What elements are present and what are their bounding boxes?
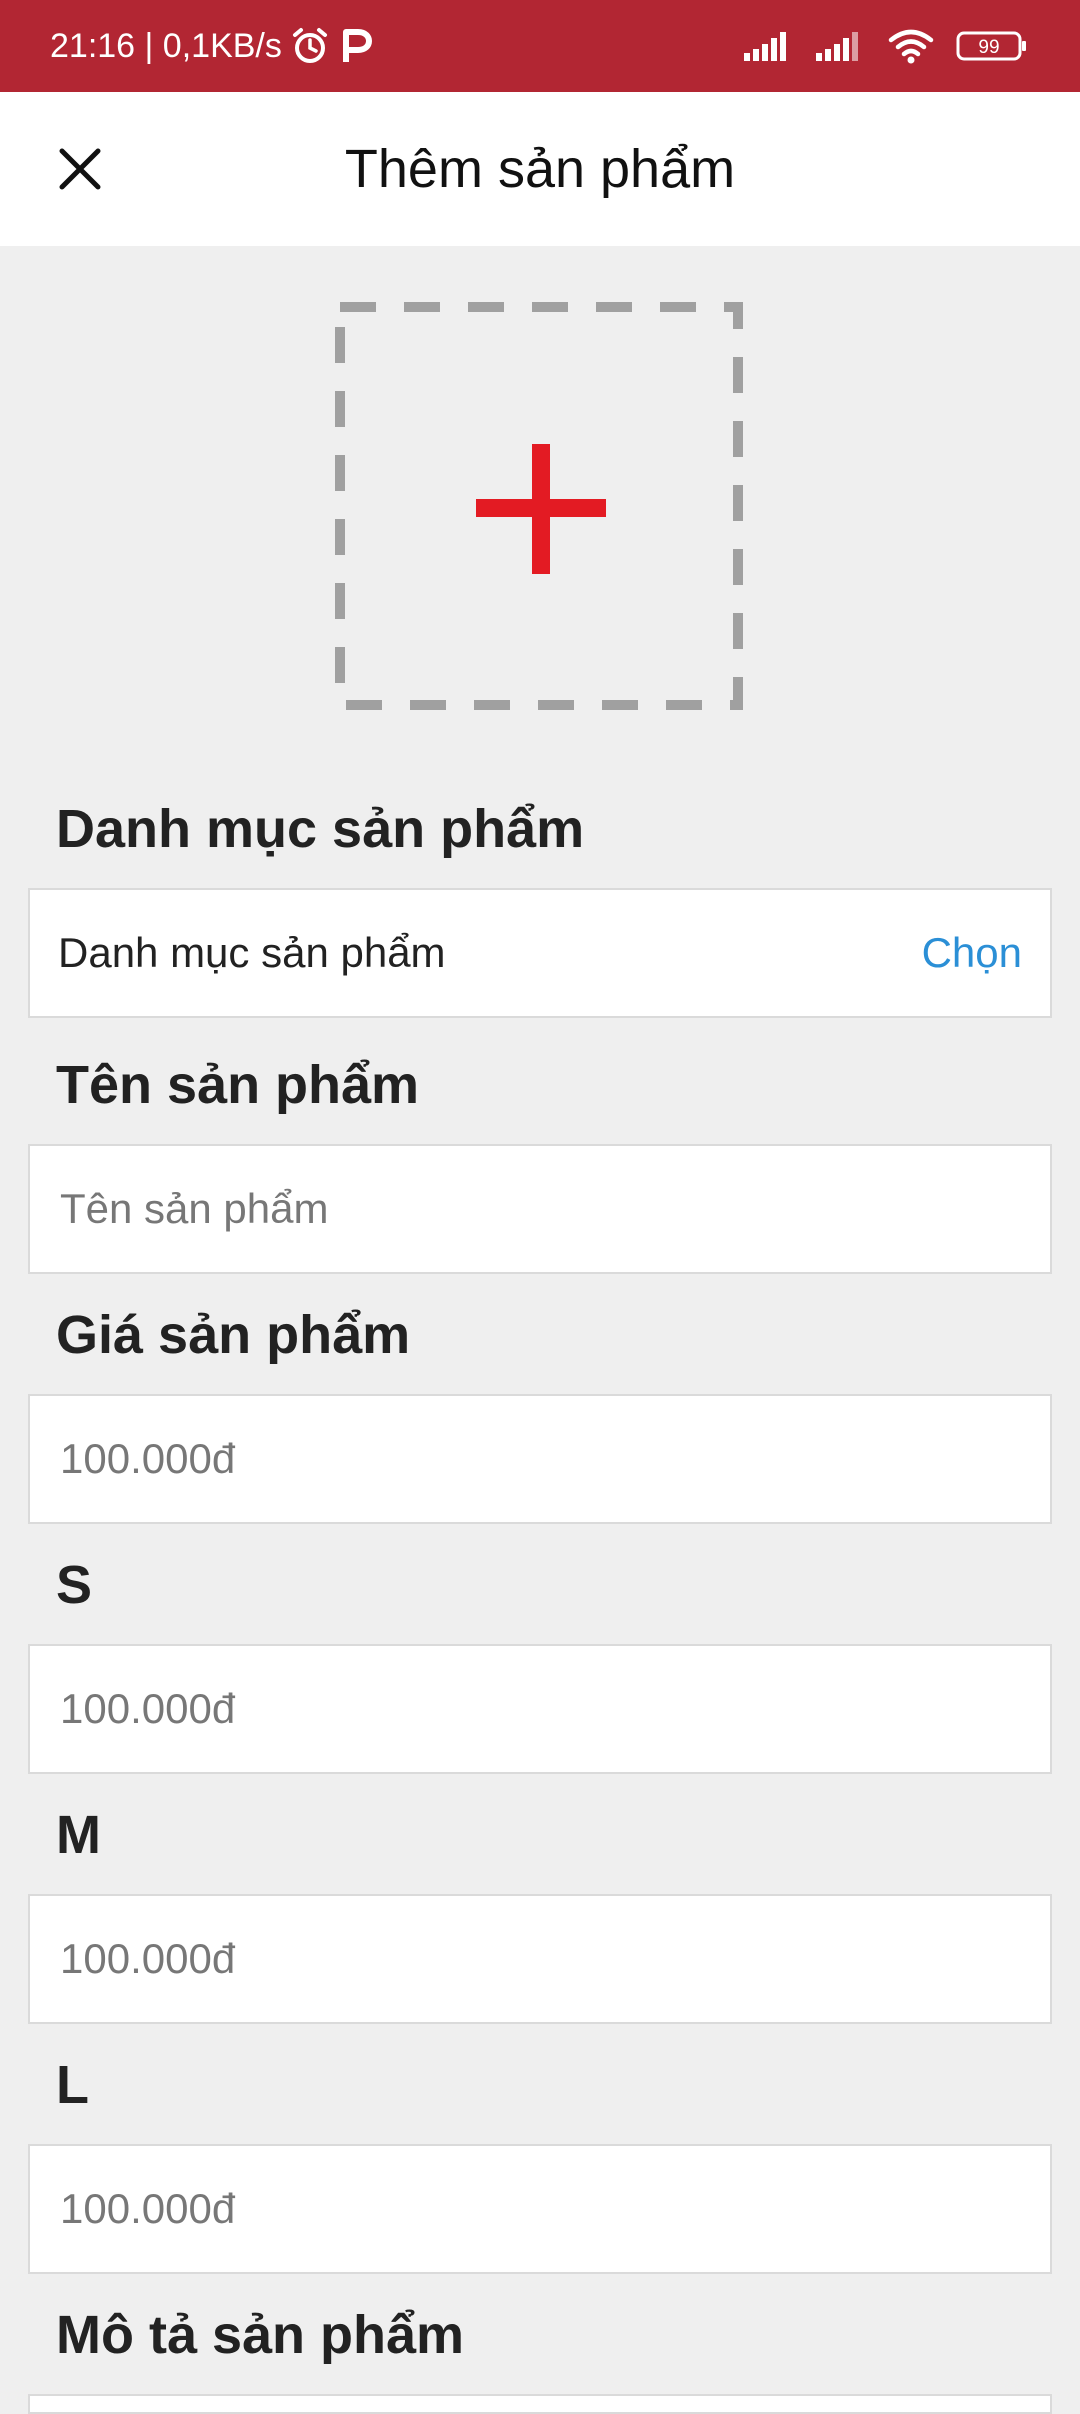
description-label: Mô tả sản phẩm <box>56 2305 465 2365</box>
wifi-icon <box>888 28 934 64</box>
product-name-label: Tên sản phẩm <box>56 1055 420 1115</box>
alarm-icon <box>290 26 330 66</box>
size-s-price-input[interactable] <box>58 1684 1022 1734</box>
price-label: Giá sản phẩm <box>56 1305 411 1365</box>
status-time-network: 21:16 | 0,1KB/s <box>50 26 282 65</box>
category-select[interactable]: Danh mục sản phẩm Chọn <box>28 888 1052 1018</box>
signal-icon <box>816 31 866 61</box>
size-l-field <box>28 2144 1052 2274</box>
size-m-field <box>28 1894 1052 2024</box>
size-s-label: S <box>56 1555 93 1615</box>
p-app-icon <box>338 26 374 66</box>
category-label: Danh mục sản phẩm <box>56 799 585 859</box>
product-name-input[interactable] <box>58 1184 1022 1234</box>
product-name-field <box>28 1144 1052 1274</box>
size-m-label: M <box>56 1805 101 1865</box>
description-field[interactable] <box>28 2394 1052 2414</box>
battery-icon: 99 <box>956 30 1028 62</box>
battery-level: 99 <box>978 37 999 58</box>
page-title: Thêm sản phẩm <box>344 139 736 199</box>
size-l-price-input[interactable] <box>58 2184 1022 2234</box>
size-s-field <box>28 1644 1052 1774</box>
status-bar: 21:16 | 0,1KB/s 99 <box>0 0 1080 92</box>
status-right: 99 <box>744 28 1028 64</box>
status-left: 21:16 | 0,1KB/s <box>50 26 374 66</box>
category-value: Danh mục sản phẩm <box>58 929 446 976</box>
size-l-label: L <box>56 2055 89 2115</box>
add-image-button[interactable] <box>335 302 743 710</box>
signal-icon <box>744 31 794 61</box>
price-input[interactable] <box>58 1434 1022 1484</box>
app-bar: Thêm sản phẩm <box>0 92 1080 246</box>
size-m-price-input[interactable] <box>58 1934 1022 1984</box>
price-field <box>28 1394 1052 1524</box>
plus-icon <box>476 444 606 574</box>
close-button[interactable] <box>40 129 120 209</box>
choose-category-button[interactable]: Chọn <box>922 929 1022 977</box>
close-icon <box>59 148 101 190</box>
